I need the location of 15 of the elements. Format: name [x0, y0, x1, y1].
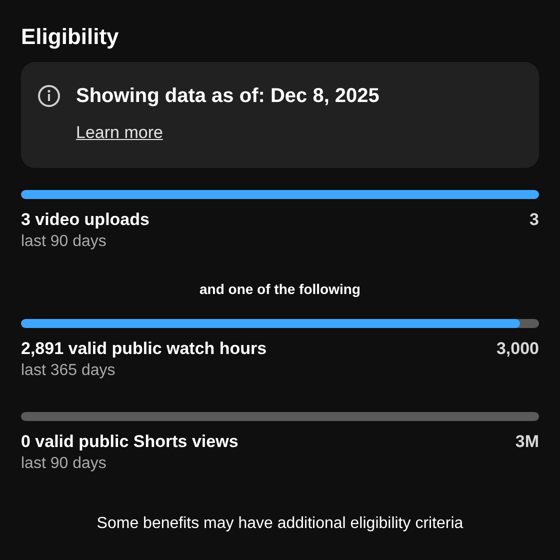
alternatives-heading: and one of the following — [198, 280, 362, 299]
learn-more-link[interactable]: Learn more — [76, 122, 163, 144]
info-icon — [37, 84, 61, 108]
notice-text: Showing data as of: Dec 8, 2025 — [76, 84, 380, 109]
target-value: 3M — [515, 431, 539, 453]
footer-note: Some benefits may have additional eligibility criteria — [96, 514, 464, 534]
requirement-label: 2,891 valid public watch hours — [21, 338, 267, 360]
requirement-label: 0 valid public Shorts views — [21, 431, 238, 453]
period-label: last 90 days — [21, 454, 108, 474]
period-label: last 365 days — [21, 361, 116, 381]
target-value: 3 — [530, 209, 539, 231]
section-title: Eligibility — [21, 23, 120, 51]
target-value: 3,000 — [496, 338, 539, 360]
requirement-label: 3 video uploads — [21, 209, 150, 231]
period-label: last 90 days — [21, 232, 108, 252]
